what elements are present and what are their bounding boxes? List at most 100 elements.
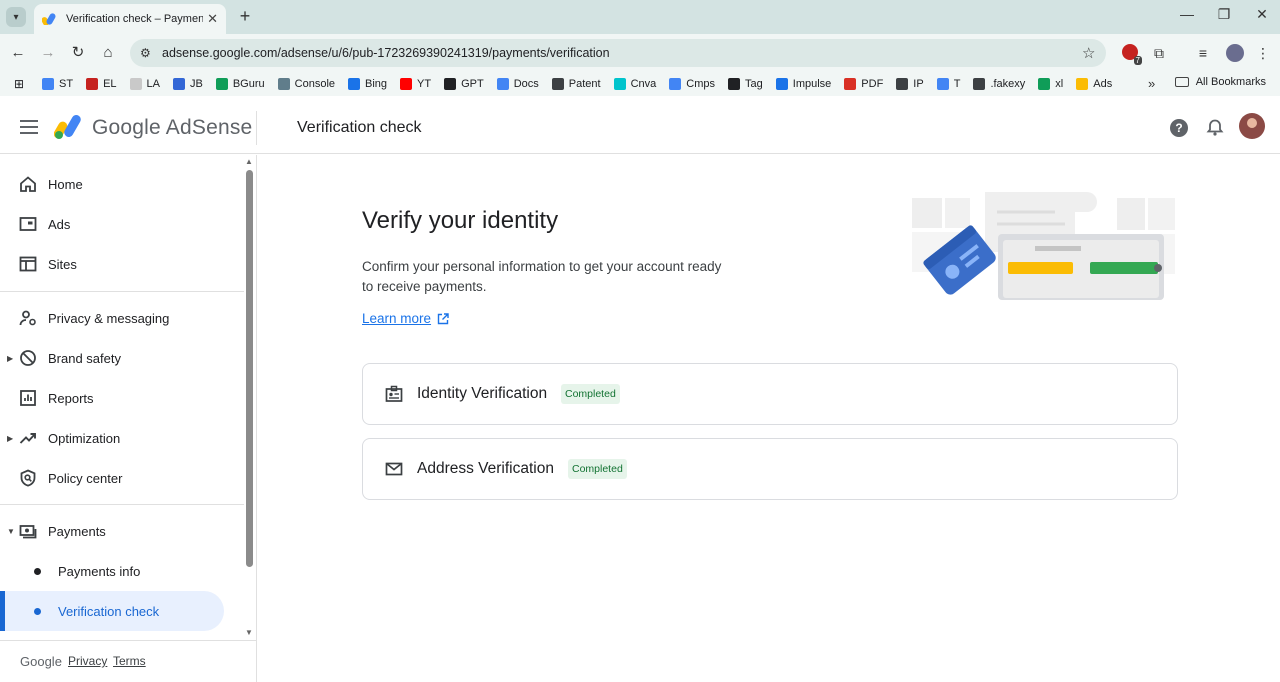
- sidebar-subitem-payments-info[interactable]: Payments info: [0, 551, 224, 591]
- payments-icon: [19, 525, 37, 539]
- sidebar-item-payments[interactable]: ▼ Payments: [0, 513, 244, 549]
- all-bookmarks-button[interactable]: All Bookmarks: [1174, 76, 1266, 88]
- forward-button[interactable]: →: [38, 43, 58, 63]
- sidebar-item-reports[interactable]: Reports: [0, 380, 244, 416]
- verification-illustration: [912, 192, 1175, 300]
- bookmark-item[interactable]: Cmps: [669, 78, 715, 90]
- site-info-icon[interactable]: ⚙: [140, 46, 154, 60]
- more-bookmarks-icon[interactable]: »: [1148, 76, 1155, 91]
- close-tab-icon[interactable]: ✕: [207, 11, 218, 27]
- scroll-up-icon[interactable]: ▲: [245, 157, 253, 166]
- bookmark-item[interactable]: LA: [129, 78, 160, 90]
- sidebar-item-privacy[interactable]: Privacy & messaging: [0, 300, 244, 336]
- sidebar-item-ads[interactable]: Ads: [0, 206, 244, 242]
- extension-shield-icon[interactable]: 7: [1122, 44, 1142, 65]
- bookmark-item[interactable]: xl: [1038, 78, 1063, 90]
- address-bar[interactable]: ⚙ adsense.google.com/adsense/u/6/pub-172…: [130, 39, 1106, 67]
- back-button[interactable]: ←: [8, 43, 28, 63]
- sidebar-item-policy-center[interactable]: Policy center: [0, 460, 244, 496]
- sidebar-item-home[interactable]: Home: [0, 166, 244, 202]
- bookmark-label: T: [953, 78, 961, 90]
- extensions-puzzle-icon[interactable]: ⧉: [1150, 44, 1168, 62]
- profile-avatar[interactable]: [1226, 44, 1244, 62]
- sidebar-item-label: Ads: [48, 216, 71, 232]
- help-icon[interactable]: ?: [1170, 119, 1188, 137]
- bookmark-item[interactable]: BGuru: [215, 78, 265, 90]
- scroll-down-icon[interactable]: ▼: [245, 628, 253, 637]
- close-window-button[interactable]: ✕: [1252, 6, 1272, 23]
- sidebar-subitem-verification-check[interactable]: Verification check: [0, 591, 224, 631]
- bookmark-item[interactable]: Ads: [1076, 78, 1112, 90]
- sidebar-item-sites[interactable]: Sites: [0, 246, 244, 282]
- bookmark-item[interactable]: PDF: [844, 78, 883, 90]
- main-heading: Verify your identity: [362, 207, 559, 234]
- bookmark-label: Bing: [365, 78, 388, 90]
- bookmark-label: Docs: [513, 78, 539, 90]
- notifications-bell-icon[interactable]: [1206, 119, 1224, 137]
- reload-button[interactable]: ↻: [68, 43, 88, 63]
- media-control-icon[interactable]: ≡: [1194, 44, 1212, 62]
- sidebar-item-label: Reports: [48, 390, 94, 406]
- privacy-link[interactable]: Privacy: [68, 654, 107, 668]
- bookmark-label: EL: [103, 78, 117, 90]
- bookmark-item[interactable]: Docs: [496, 78, 539, 90]
- sidebar-subitem-label: Payments info: [58, 563, 141, 579]
- bookmark-item[interactable]: T: [936, 78, 961, 90]
- expand-caret-icon[interactable]: ▶: [7, 434, 13, 443]
- sidebar-item-label: Sites: [48, 256, 77, 272]
- active-tab[interactable]: Verification check – Payments ✕: [34, 4, 226, 34]
- bookmark-item[interactable]: Bing: [348, 78, 387, 90]
- card-label: Address Verification: [417, 460, 554, 477]
- apps-grid-icon[interactable]: ⊞: [14, 77, 28, 91]
- bookmark-item[interactable]: Impulse: [775, 78, 832, 90]
- sidebar-scrollbar[interactable]: ▲ ▼: [244, 155, 256, 640]
- restore-button[interactable]: ❐: [1214, 6, 1234, 23]
- bookmark-item[interactable]: IP: [896, 78, 924, 90]
- sidebar-subitem-label: Verification check: [58, 603, 160, 619]
- sidebar-item-brand-safety[interactable]: ▶ Brand safety: [0, 340, 244, 376]
- header-divider: [256, 111, 257, 145]
- minimize-button[interactable]: —: [1177, 6, 1197, 22]
- bookmark-item[interactable]: Patent: [551, 78, 601, 90]
- address-verification-card[interactable]: Address Verification Completed: [362, 438, 1178, 500]
- terms-link[interactable]: Terms: [113, 654, 146, 668]
- bullet-icon: [34, 567, 41, 575]
- bookmark-item[interactable]: EL: [86, 78, 117, 90]
- bookmark-label: GPT: [461, 78, 484, 90]
- sidebar-item-optimization[interactable]: ▶ Optimization: [0, 420, 244, 456]
- identity-verification-card[interactable]: Identity Verification Completed: [362, 363, 1178, 425]
- sidebar-item-label: Privacy & messaging: [48, 310, 170, 326]
- new-tab-button[interactable]: +: [236, 6, 254, 26]
- bookmark-label: LA: [146, 78, 160, 90]
- globe-icon: [896, 78, 909, 90]
- bookmark-label: Cnva: [630, 78, 657, 90]
- bookmark-item[interactable]: Cnva: [613, 78, 657, 90]
- bookmark-item[interactable]: YT: [400, 78, 431, 90]
- bookmark-item[interactable]: Tag: [728, 78, 763, 90]
- sidebar-item-label: Optimization: [48, 430, 121, 446]
- sidebar-item-label: Home: [48, 176, 83, 192]
- footer-google: Google: [20, 654, 62, 669]
- main-menu-icon[interactable]: [20, 120, 38, 134]
- scrollbar-thumb[interactable]: [246, 170, 253, 567]
- account-avatar[interactable]: [1239, 113, 1265, 139]
- bullet-icon: [34, 607, 41, 615]
- bookmark-label: Cmps: [686, 78, 716, 90]
- bookmark-item[interactable]: JB: [173, 78, 203, 90]
- bookmark-label: Patent: [568, 78, 601, 90]
- learn-more-link[interactable]: Learn more: [362, 311, 449, 326]
- bookmark-label: IP: [913, 78, 924, 90]
- bookmark-label: Impulse: [792, 78, 832, 90]
- console-icon: [277, 78, 290, 90]
- menu-kebab-icon[interactable]: ⋮: [1254, 44, 1272, 62]
- expand-caret-icon[interactable]: ▶: [7, 354, 13, 363]
- home-button[interactable]: ⌂: [98, 43, 118, 63]
- bookmark-item[interactable]: .fakexy: [973, 78, 1025, 90]
- youtube-icon: [400, 78, 413, 90]
- bookmark-item[interactable]: ST: [42, 78, 73, 90]
- bookmark-item[interactable]: Console: [277, 78, 335, 90]
- bookmark-item[interactable]: GPT: [444, 78, 484, 90]
- tab-search-button[interactable]: ▾: [6, 7, 26, 27]
- collapse-caret-icon[interactable]: ▼: [7, 527, 15, 536]
- bookmark-star-icon[interactable]: ☆: [1082, 44, 1106, 62]
